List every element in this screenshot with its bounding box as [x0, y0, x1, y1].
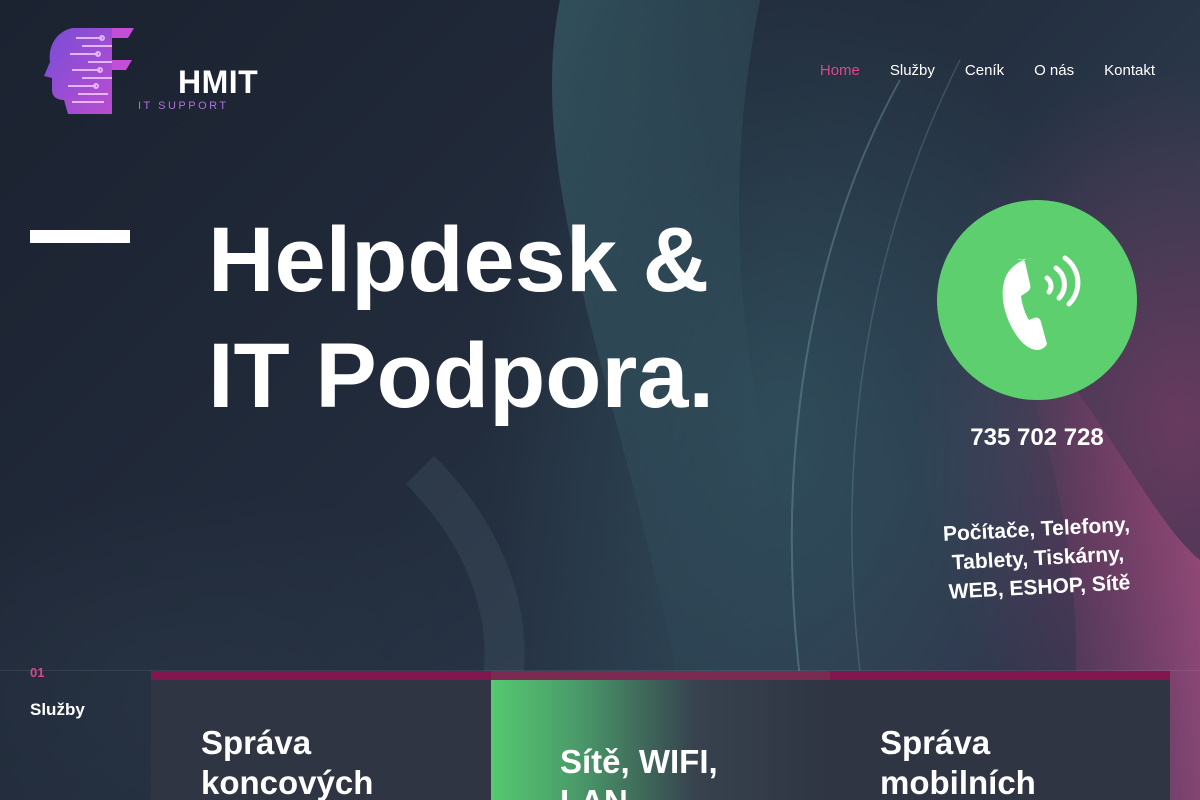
nav-item-cenik[interactable]: Ceník	[965, 61, 1004, 81]
nav-item-o-nas[interactable]: O nás	[1034, 61, 1074, 81]
nav-item-sluzby[interactable]: Služby	[890, 61, 935, 81]
service-card-title: Sítě, WIFI, LAN	[560, 742, 718, 800]
nav-item-kontakt[interactable]: Kontakt	[1104, 61, 1155, 81]
hero-title: Helpdesk & IT Podpora.	[208, 202, 714, 434]
service-card-title: Správa koncových	[201, 723, 373, 800]
call-button[interactable]	[937, 200, 1137, 400]
service-cards: Správa koncových Sítě, WIFI, LAN Správa …	[151, 671, 1170, 800]
card-accent-line	[830, 671, 1170, 680]
service-card[interactable]: Správa koncových	[151, 671, 491, 800]
accent-bar	[30, 230, 130, 243]
service-card-title-line: koncových	[201, 764, 374, 800]
section-label: Služby	[30, 700, 85, 719]
service-tags: Počítače, Telefony, Tablety, Tiskárny, W…	[928, 509, 1148, 607]
section-number: 01	[30, 665, 45, 680]
brand-subtitle: IT SUPPORT	[138, 100, 229, 112]
nav-item-home[interactable]: Home	[820, 61, 860, 81]
card-accent-line	[491, 671, 831, 680]
service-card-title-line: Správa	[201, 724, 312, 761]
phone-number[interactable]: 735 702 728	[937, 424, 1137, 452]
service-card[interactable]: Správa mobilních	[830, 671, 1170, 800]
service-card-title-line: LAN	[560, 782, 718, 800]
service-card-title: Správa mobilních	[880, 723, 1036, 800]
card-accent-line	[151, 671, 491, 680]
brand-name: HMIT	[178, 64, 259, 100]
main-nav: Home Služby Ceník O nás Kontakt	[820, 61, 1155, 81]
service-card-title-line: mobilních	[880, 764, 1036, 800]
service-card-title-line: Sítě, WIFI,	[560, 743, 718, 780]
hero-title-line-2: IT Podpora.	[208, 325, 714, 427]
robot-head-logo-icon	[44, 28, 134, 114]
brand-logo[interactable]: HMIT IT SUPPORT	[42, 24, 258, 118]
service-card-title-line: Správa	[880, 724, 991, 761]
service-card-highlighted[interactable]: Sítě, WIFI, LAN	[491, 671, 831, 800]
phone-ringing-icon	[1002, 255, 1081, 350]
hero-title-line-1: Helpdesk &	[208, 209, 710, 311]
